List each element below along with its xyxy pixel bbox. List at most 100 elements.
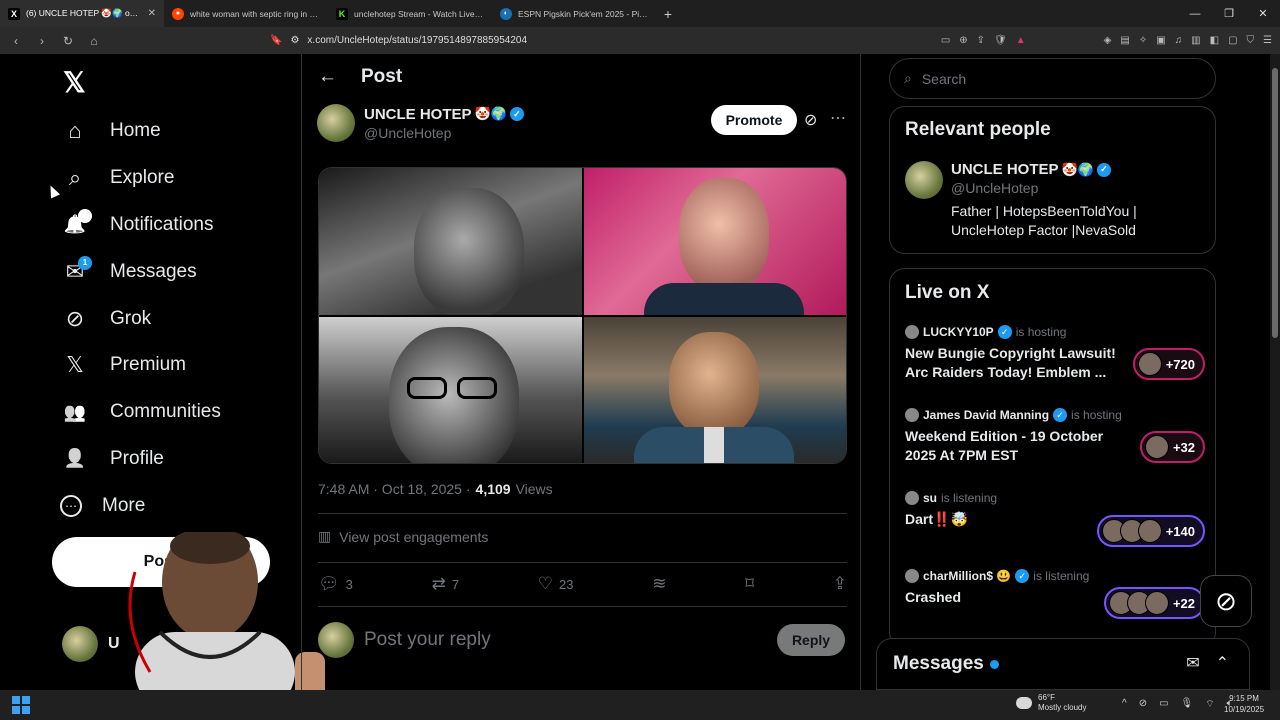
card-title: Live on X (905, 282, 990, 303)
search-input[interactable]: ⌕ Search (889, 58, 1216, 99)
messages-title: Messages (893, 653, 984, 674)
rewards-icon[interactable]: ▲ (1016, 35, 1026, 46)
post-image[interactable] (319, 316, 582, 463)
grok-icon[interactable]: ⊘ (804, 110, 817, 130)
shield-icon[interactable]: 🛡 (994, 35, 1007, 46)
browser-tab[interactable]: K unclehotep Stream - Watch Live on K (328, 0, 492, 27)
back-arrow-icon[interactable]: ← (318, 66, 337, 88)
bell-icon: 🔔 5 (60, 208, 92, 239)
back-arrow-icon[interactable]: ‹ (8, 34, 24, 48)
sidebar-item-grok[interactable]: ⊘ Grok (60, 295, 221, 342)
post-media-grid[interactable] (318, 167, 847, 464)
listener-count-pill[interactable]: +720 (1132, 348, 1205, 380)
new-tab-button[interactable]: + (656, 6, 680, 22)
vpn-icon[interactable]: ⛉ (1247, 35, 1255, 46)
screen-icon[interactable]: ▭ (941, 35, 950, 46)
live-item[interactable]: LUCKYY10P ✓ is hosting New Bungie Copyrigh… (905, 325, 1205, 382)
bookmark-icon[interactable]: 🔖 (270, 35, 282, 46)
site-info-icon[interactable]: ⚙ (290, 35, 299, 46)
browser-tab[interactable]: ◐ ESPN Pigskin Pick'em 2025 - Picks (492, 0, 656, 27)
post-timestamp[interactable]: 7:48 AM · Oct 18, 2025 · (318, 481, 471, 497)
wallet-icon[interactable]: ◈ (1104, 35, 1112, 46)
layers-button[interactable]: ≋ (652, 574, 666, 594)
page-scrollbar[interactable] (1270, 54, 1280, 690)
home-icon[interactable]: ⌂ (86, 34, 102, 48)
display-icon[interactable]: ▭ (1159, 698, 1168, 711)
expand-chevron-icon[interactable]: ⌃ (1216, 653, 1229, 673)
bookmark-button[interactable]: ⌑ (745, 574, 754, 594)
sidebar-item-profile[interactable]: 👤 Profile (60, 436, 221, 483)
author-handle[interactable]: @UncleHotep (364, 125, 524, 141)
avatar[interactable] (905, 161, 943, 199)
relevant-person[interactable]: UNCLE HOTEP 🤡🌍 ✓ @UncleHotep Father | Ho… (905, 161, 1151, 240)
person-name[interactable]: UNCLE HOTEP (951, 161, 1059, 178)
reply-submit-button[interactable]: Reply (777, 624, 845, 656)
zoom-icon[interactable]: ⊕ (959, 35, 967, 46)
author-name[interactable]: UNCLE HOTEP (364, 106, 472, 123)
reader-icon[interactable]: ▥ (1191, 35, 1200, 46)
menu-icon[interactable]: ☰ (1263, 35, 1272, 46)
person-handle[interactable]: @UncleHotep (951, 180, 1151, 196)
maximize-icon[interactable]: ❐ (1212, 7, 1246, 20)
forward-arrow-icon[interactable]: › (34, 34, 50, 48)
like-button[interactable]: ♡ 23 (538, 574, 574, 594)
sidebar-item-more[interactable]: ⋯ More (60, 482, 221, 529)
close-window-icon[interactable]: ✕ (1246, 7, 1280, 20)
repost-button[interactable]: ⇄ 7 (432, 574, 459, 594)
wallet2-icon[interactable]: ▢ (1228, 35, 1237, 46)
taskbar-clock[interactable]: 9:15 PM 10/19/2025 (1224, 693, 1264, 715)
grok-float-button[interactable]: ⊘ (1200, 575, 1252, 627)
like-count: 23 (559, 576, 574, 592)
sidebar-item-communities[interactable]: 👥 Communities (60, 389, 221, 436)
listener-count-pill[interactable]: +22 (1103, 587, 1205, 619)
sidebar-icon[interactable]: ▣ (1156, 35, 1165, 46)
live-item[interactable]: charMillion$ 😃 ✓ is listening Crashed +22 (905, 569, 1205, 619)
relevant-people-card: Relevant people UNCLE HOTEP 🤡🌍 ✓ @UncleH… (889, 106, 1216, 254)
listener-count-pill[interactable]: +140 (1096, 515, 1205, 547)
share-button[interactable]: ⇪ (833, 574, 847, 594)
weather-widget[interactable]: 66°F Mostly cloudy (1016, 693, 1086, 713)
browser-tab[interactable]: X (6) UNCLE HOTEP 🤡🌍 on X: " ✕ (0, 0, 164, 27)
scrollbar-thumb[interactable] (1272, 68, 1278, 338)
x-logo-icon[interactable]: 𝕏 (63, 66, 86, 99)
live-item[interactable]: su is listening Dart‼️🤯 +140 (905, 491, 1205, 547)
messages-drawer[interactable]: Messages ✉ ⌃ (876, 638, 1250, 690)
extensions-icon[interactable]: ✧ (1139, 35, 1147, 46)
camera-off-icon[interactable]: ⊘ (1139, 698, 1147, 711)
split-icon[interactable]: ◧ (1210, 35, 1219, 46)
browser-tab[interactable]: ● white woman with septic ring in nose (164, 0, 328, 27)
reply-button[interactable]: 💬︎ 3 (318, 574, 353, 594)
tray-chevron-icon[interactable]: ^ (1122, 698, 1127, 711)
more-options-icon[interactable]: ⋯ (830, 108, 846, 128)
cloud-icon (1016, 697, 1032, 709)
avatar[interactable] (317, 104, 355, 142)
new-message-icon[interactable]: ✉ (1186, 653, 1199, 673)
microphone-icon[interactable]: 🎙︎ (1181, 698, 1194, 711)
url-field[interactable]: 🔖 ⚙ x.com/UncleHotep/status/197951489788… (270, 35, 527, 46)
reload-icon[interactable]: ↻ (60, 34, 76, 48)
minimize-icon[interactable]: — (1178, 8, 1212, 20)
post-image[interactable] (583, 168, 846, 315)
translate-icon[interactable]: ▤ (1120, 35, 1129, 46)
sidebar-item-notifications[interactable]: 🔔 5 Notifications (60, 202, 221, 249)
live-item[interactable]: James David Manning ✓ is hosting Weekend E… (905, 408, 1205, 465)
windows-start-icon[interactable] (12, 696, 30, 714)
share-icon[interactable]: ⇪ (977, 35, 985, 46)
reply-input[interactable]: Post your reply (364, 629, 491, 651)
sidebar-item-label: Home (110, 120, 161, 142)
listener-count-pill[interactable]: +32 (1139, 431, 1205, 463)
wifi-icon[interactable]: ⌔ (1205, 698, 1214, 711)
music-icon[interactable]: ♫ (1175, 35, 1183, 46)
promote-button[interactable]: Promote (711, 105, 797, 135)
system-tray: ^ ⊘ ▭ 🎙︎ ⌔ 🔈︎ (1122, 698, 1233, 711)
sidebar-item-premium[interactable]: 𝕏 Premium (60, 342, 221, 389)
post-image[interactable] (583, 316, 846, 463)
view-engagements-link[interactable]: ▥ View post engagements (318, 528, 488, 545)
sidebar-item-explore[interactable]: ⌕ Explore (60, 155, 221, 202)
post-author[interactable]: UNCLE HOTEP 🤡🌍 ✓ @UncleHotep (317, 104, 524, 142)
sidebar-item-home[interactable]: ⌂ Home (60, 108, 221, 155)
close-tab-icon[interactable]: ✕ (148, 8, 156, 19)
x-premium-icon: 𝕏 (66, 352, 84, 378)
post-image[interactable] (319, 168, 582, 315)
sidebar-item-messages[interactable]: ✉ 1 Messages (60, 248, 221, 295)
